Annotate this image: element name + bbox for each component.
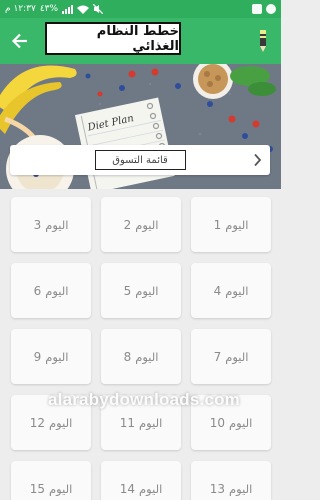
status-right: [252, 4, 276, 14]
day-card[interactable]: اليوم 12: [11, 395, 91, 450]
day-card-label: اليوم: [135, 217, 159, 232]
pencil-icon: [260, 30, 266, 52]
arrow-left-icon: [11, 33, 27, 49]
day-card-label: اليوم: [49, 481, 73, 496]
day-card-number: 3: [33, 217, 42, 232]
day-card[interactable]: اليوم 5: [101, 263, 181, 318]
day-card-label: اليوم: [45, 283, 69, 298]
wifi-icon: [77, 5, 90, 14]
day-card[interactable]: اليوم 9: [11, 329, 91, 384]
day-card-label: اليوم: [225, 217, 249, 232]
day-card[interactable]: اليوم 8: [101, 329, 181, 384]
app-bar: خطط النظام الغذائي: [0, 18, 281, 64]
signal-icon: [62, 4, 74, 14]
day-card-number: 9: [33, 349, 42, 364]
back-button[interactable]: [8, 29, 32, 53]
gallery-icon: [252, 4, 262, 14]
day-card-number: 2: [123, 217, 132, 232]
day-card-label: اليوم: [139, 481, 163, 496]
mute-icon: [93, 4, 104, 14]
day-card-number: 12: [29, 415, 46, 430]
day-card[interactable]: اليوم 6: [11, 263, 91, 318]
day-card[interactable]: اليوم 3: [11, 197, 91, 252]
day-card-number: 14: [119, 481, 136, 496]
day-card-number: 11: [119, 415, 136, 430]
days-grid: اليوم 1 اليوم 2 اليوم 3 اليوم 4 اليوم 5 اليوم 6 اليو…: [10, 197, 271, 500]
day-card[interactable]: اليوم 7: [191, 329, 271, 384]
battery-text: ٤٣%: [39, 4, 59, 14]
day-card-number: 8: [123, 349, 132, 364]
day-card-label: اليوم: [135, 283, 159, 298]
day-card-label: اليوم: [225, 283, 249, 298]
day-card-label: اليوم: [139, 415, 163, 430]
day-card-label: اليوم: [45, 217, 69, 232]
day-card-number: 10: [209, 415, 226, 430]
day-card[interactable]: اليوم 14: [101, 461, 181, 500]
chevron-right-icon: [254, 153, 262, 167]
day-card[interactable]: اليوم 10: [191, 395, 271, 450]
shopping-list-button[interactable]: قائمة التسوق: [10, 145, 270, 175]
status-left: ١٢:٣٧ م ٤٣%: [5, 4, 104, 14]
day-card-label: اليوم: [229, 481, 253, 496]
day-card-label: اليوم: [49, 415, 73, 430]
day-card-number: 15: [29, 481, 46, 496]
day-card-number: 5: [123, 283, 132, 298]
day-card[interactable]: اليوم 1: [191, 197, 271, 252]
edit-button[interactable]: [255, 30, 271, 52]
day-card-number: 13: [209, 481, 226, 496]
day-card-number: 4: [213, 283, 222, 298]
day-card[interactable]: اليوم 2: [101, 197, 181, 252]
day-card-number: 6: [33, 283, 42, 298]
day-card-number: 1: [213, 217, 222, 232]
day-card[interactable]: اليوم 4: [191, 263, 271, 318]
day-card[interactable]: اليوم 11: [101, 395, 181, 450]
day-card-label: اليوم: [45, 349, 69, 364]
day-card-label: اليوم: [229, 415, 253, 430]
page-title: خطط النظام الغذائي: [45, 22, 181, 55]
shopping-list-label: قائمة التسوق: [94, 150, 186, 170]
day-card-label: اليوم: [225, 349, 249, 364]
day-card-label: اليوم: [135, 349, 159, 364]
day-card[interactable]: اليوم 15: [11, 461, 91, 500]
status-bar: ١٢:٣٧ م ٤٣%: [0, 0, 281, 18]
time-text: ١٢:٣٧ م: [5, 4, 36, 14]
day-card[interactable]: اليوم 13: [191, 461, 271, 500]
app-notification-icon: [266, 4, 276, 14]
day-card-number: 7: [213, 349, 222, 364]
